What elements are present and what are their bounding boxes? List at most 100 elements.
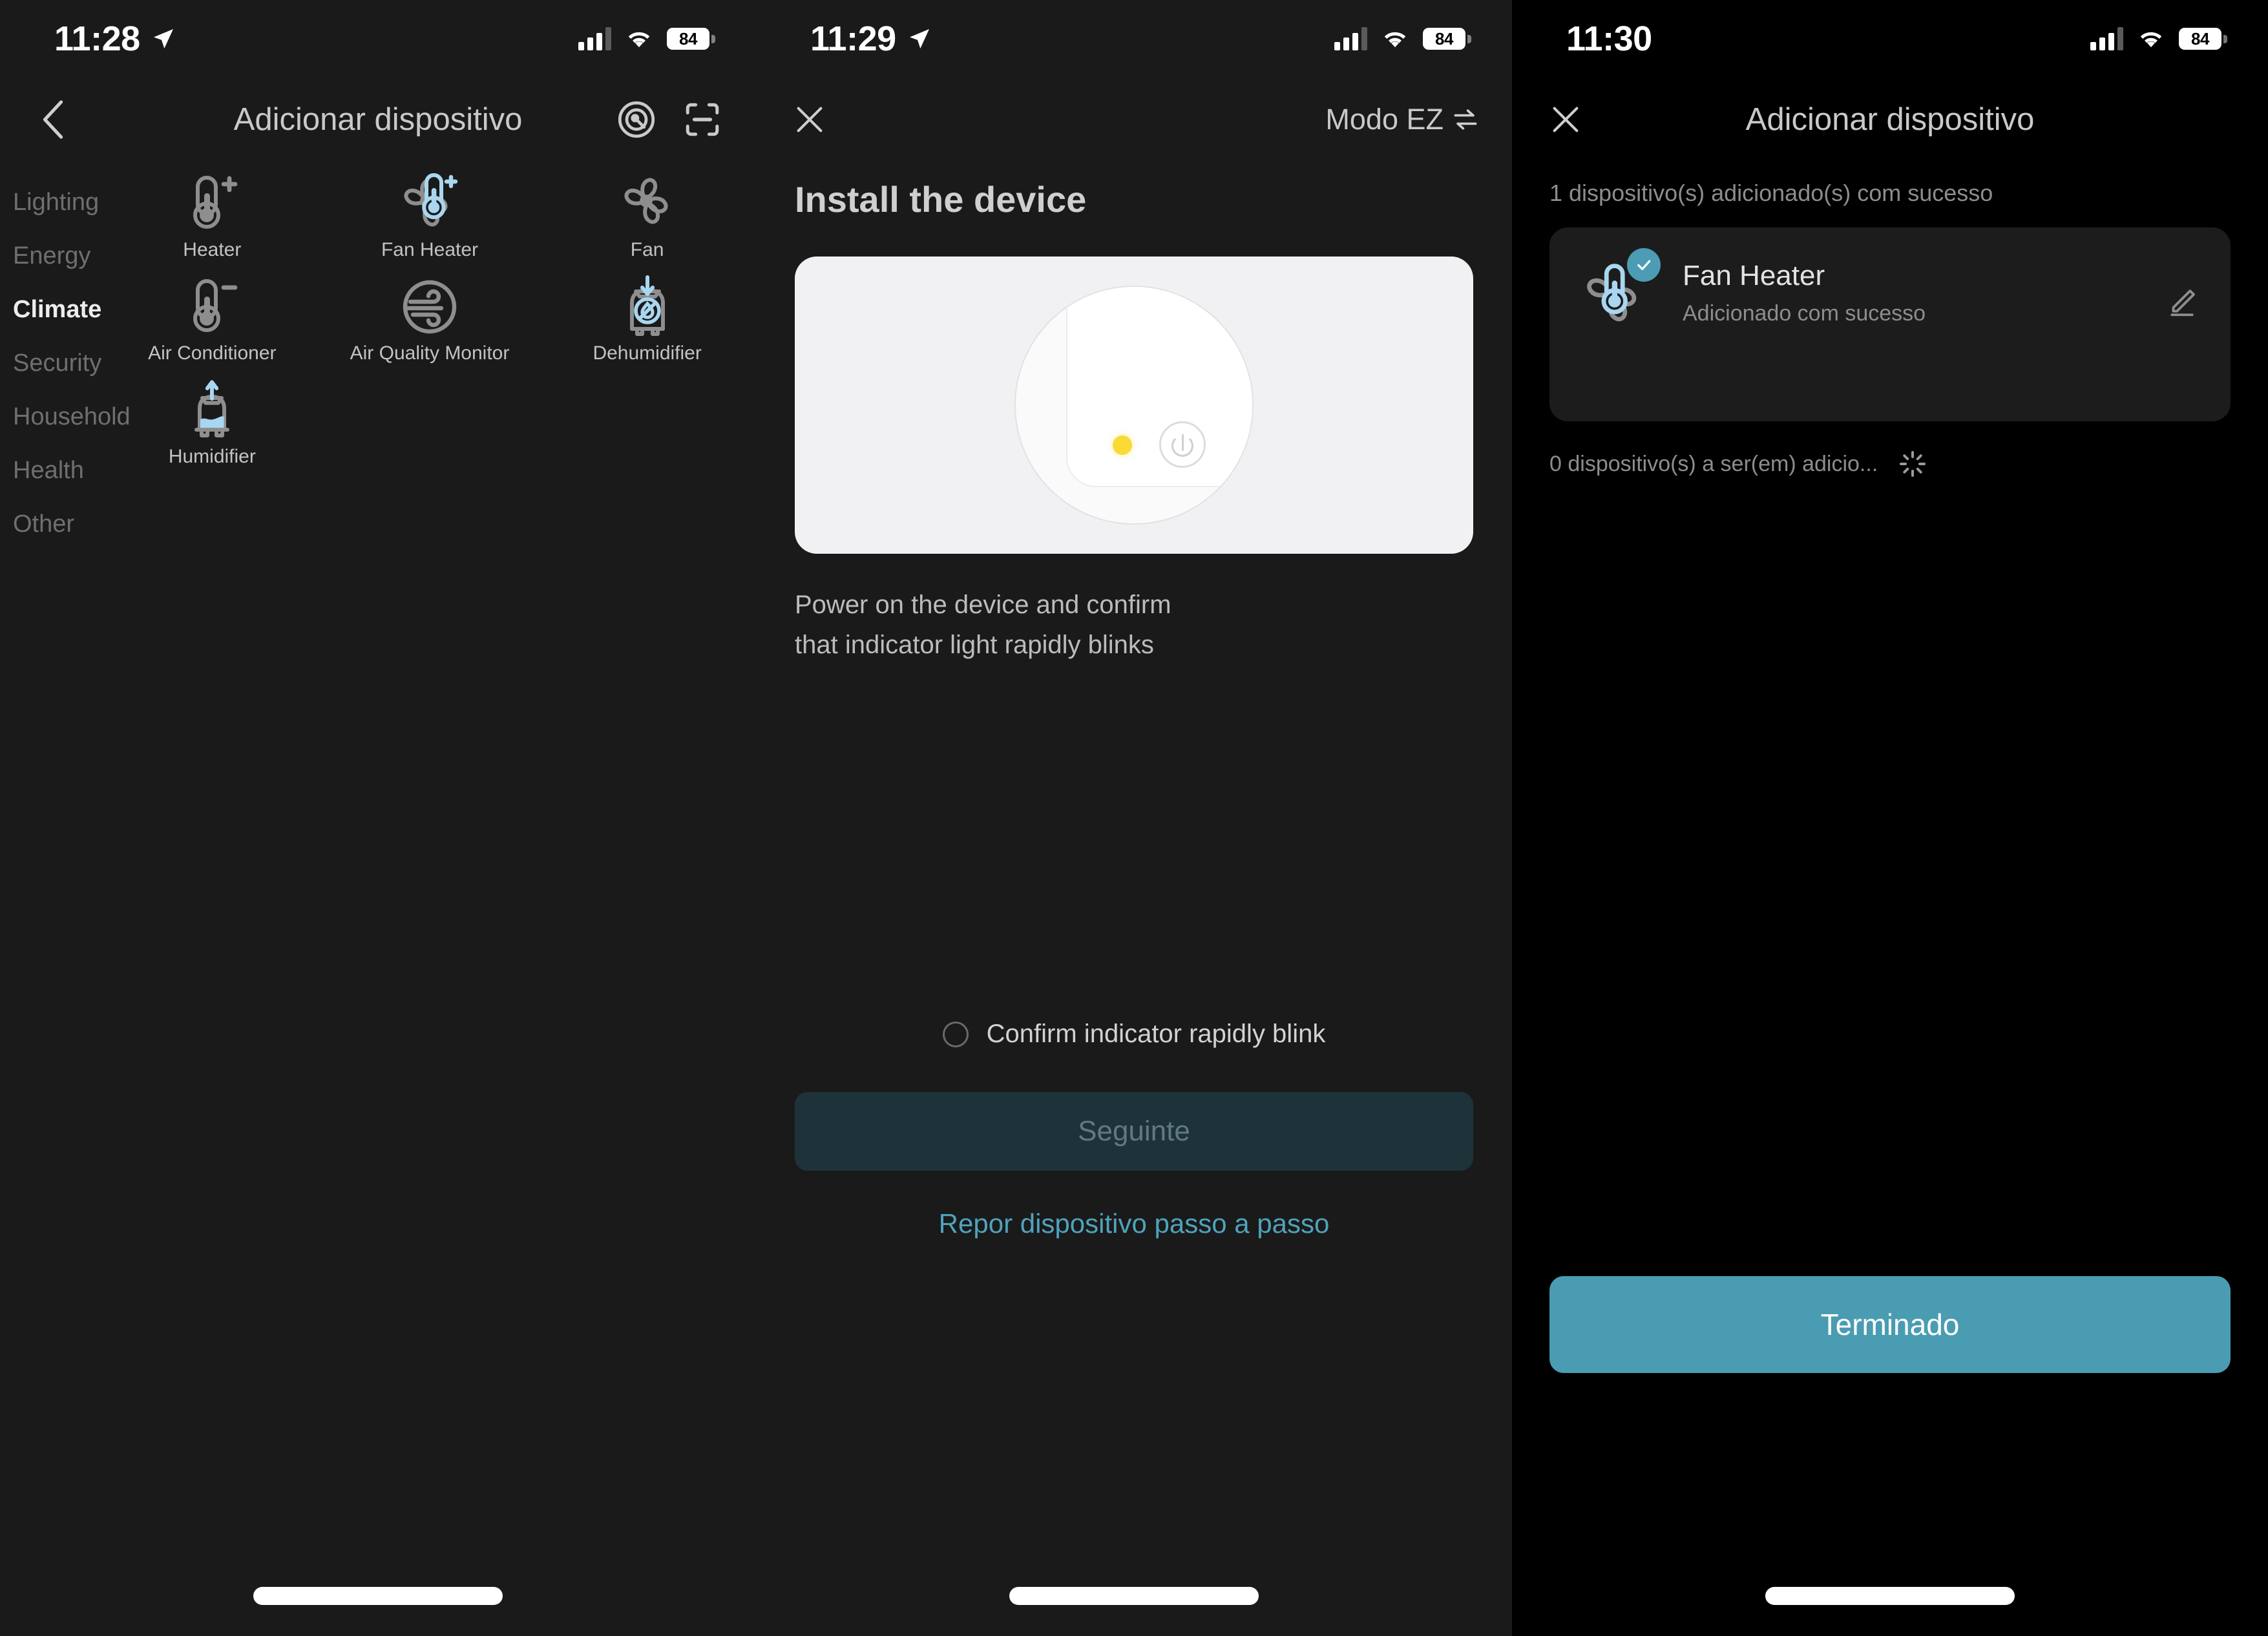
sidebar-item-label: Energy: [13, 242, 91, 269]
done-button[interactable]: Terminado: [1549, 1276, 2231, 1373]
cellular-signal-icon: [1334, 27, 1367, 50]
battery-level-label: 84: [2191, 28, 2209, 48]
device-option-air-conditioner[interactable]: Air Conditioner: [103, 271, 321, 375]
screen-install-the-device: 11:29 84 Modo EZ Install the device Powe…: [756, 0, 1512, 1636]
nav-actions-2: Modo EZ: [1325, 103, 1486, 136]
install-heading: Install the device: [795, 179, 1087, 220]
status-time-3: 11:30: [1566, 19, 1652, 59]
qr-scan-icon: [684, 101, 721, 138]
cellular-signal-icon: [578, 27, 611, 50]
nav-actions-1: [609, 92, 730, 147]
sidebar-item-label: Health: [13, 457, 84, 484]
battery-indicator: 84: [1423, 28, 1471, 50]
thermometer-minus-icon: [180, 275, 244, 339]
status-bar-2: 11:29 84: [756, 0, 1512, 78]
pencil-edit-icon[interactable]: [2165, 284, 2200, 319]
device-option-label: Dehumidifier: [593, 342, 702, 364]
mode-ez-toggle[interactable]: Modo EZ: [1325, 103, 1486, 136]
humidifier-icon: [180, 379, 244, 442]
air-quality-icon: [397, 275, 462, 339]
nav-bar-2: Modo EZ: [756, 78, 1512, 162]
close-button[interactable]: [1538, 92, 1593, 147]
device-option-dehumidifier[interactable]: Dehumidifier: [538, 271, 756, 375]
back-button[interactable]: [26, 92, 81, 147]
power-arc: [1171, 435, 1193, 457]
device-option-fan[interactable]: Fan: [538, 168, 756, 271]
thermometer-plus-icon: [180, 172, 244, 235]
device-body-shape: [1066, 287, 1252, 487]
loading-spinner-icon: [1898, 450, 1927, 478]
pending-devices-text: 0 dispositivo(s) a ser(em) adicio...: [1549, 451, 1878, 476]
home-indicator-2: [1009, 1587, 1259, 1605]
status-time-2: 11:29: [810, 19, 932, 59]
status-time-label: 11:28: [54, 19, 140, 58]
device-option-label: Air Quality Monitor: [350, 342, 510, 364]
dehumidifier-icon: [615, 275, 680, 339]
pending-devices-row: 0 dispositivo(s) a ser(em) adicio...: [1549, 450, 2231, 478]
sidebar-item-energy[interactable]: Energy: [0, 232, 103, 280]
device-option-heater[interactable]: Heater: [103, 168, 321, 271]
nav-bar-3: Adicionar dispositivo: [1512, 78, 2268, 162]
sidebar-item-lighting[interactable]: Lighting: [0, 178, 103, 227]
status-indicators-1: 84: [578, 27, 715, 50]
chevron-left-icon: [39, 100, 68, 140]
radar-scan-icon: [617, 100, 656, 139]
status-indicators-3: 84: [2090, 27, 2227, 50]
device-option-label: Air Conditioner: [148, 342, 277, 364]
sidebar-item-label: Climate: [13, 296, 102, 323]
status-bar-3: 11:30 84: [1512, 0, 2268, 78]
location-arrow-icon: [907, 26, 932, 52]
status-time-label: 11:29: [810, 19, 896, 58]
install-description: Power on the device and confirm that ind…: [795, 585, 1473, 665]
category-sidebar: Lighting Energy Climate Security Househo…: [0, 162, 131, 1636]
fan-thermometer-plus-icon: [396, 172, 463, 235]
device-option-label: Humidifier: [168, 446, 256, 467]
done-button-label: Terminado: [1820, 1308, 1960, 1341]
power-button-icon: [1159, 421, 1206, 468]
added-devices-content: 1 dispositivo(s) adicionado(s) com suces…: [1512, 162, 2268, 1636]
install-description-line2: that indicator light rapidly blinks: [795, 631, 1154, 659]
battery-indicator: 84: [667, 28, 715, 50]
status-time-1: 11:28: [54, 19, 176, 59]
sidebar-item-climate[interactable]: Climate: [0, 286, 103, 334]
reset-device-link[interactable]: Repor dispositivo passo a passo: [756, 1208, 1512, 1239]
sidebar-item-health[interactable]: Health: [0, 446, 103, 495]
next-button-label: Seguinte: [1078, 1115, 1190, 1147]
device-option-label: Fan: [630, 239, 664, 260]
check-badge-icon: [1627, 248, 1661, 282]
sidebar-item-label: Other: [13, 510, 75, 538]
added-device-status: Adicionado com sucesso: [1683, 301, 1926, 326]
added-device-text: Fan Heater Adicionado com sucesso: [1683, 257, 1926, 326]
sidebar-item-security[interactable]: Security: [0, 339, 103, 388]
status-time-label: 11:30: [1566, 19, 1652, 58]
confirm-radio-icon[interactable]: [942, 1021, 969, 1047]
screen-device-category-picker: 11:28 84 Adicionar dispositivo Lighting …: [0, 0, 756, 1636]
sidebar-item-household[interactable]: Household: [0, 393, 131, 441]
confirm-blink-checkbox-row[interactable]: Confirm indicator rapidly blink: [756, 1020, 1512, 1049]
qr-scan-button[interactable]: [675, 92, 730, 147]
device-option-label: Fan Heater: [381, 239, 479, 260]
device-option-fan-heater[interactable]: Fan Heater: [321, 168, 539, 271]
device-illustration: [1014, 286, 1254, 525]
status-indicators-2: 84: [1334, 27, 1471, 50]
fan-thermometer-icon: [1578, 248, 1661, 333]
cellular-signal-icon: [2090, 27, 2123, 50]
wifi-icon: [2137, 28, 2165, 49]
close-x-icon: [793, 103, 826, 136]
success-count-text: 1 dispositivo(s) adicionado(s) com suces…: [1549, 180, 1993, 206]
device-option-label: Heater: [183, 239, 242, 260]
swap-arrows-icon: [1451, 105, 1480, 134]
wifi-icon: [625, 28, 653, 49]
sidebar-item-other[interactable]: Other: [0, 500, 103, 549]
next-button[interactable]: Seguinte: [795, 1092, 1473, 1171]
device-option-air-quality-monitor[interactable]: Air Quality Monitor: [321, 271, 539, 375]
radar-scan-button[interactable]: [609, 92, 664, 147]
wifi-icon: [1381, 28, 1409, 49]
close-button[interactable]: [782, 92, 837, 147]
category-and-device-area: Lighting Energy Climate Security Househo…: [0, 162, 756, 1636]
device-option-humidifier[interactable]: Humidifier: [103, 375, 321, 478]
device-type-grid: Heater Fan Heater Fan Air Conditioner Ai…: [103, 162, 756, 1636]
battery-level-label: 84: [1435, 28, 1453, 48]
added-device-card[interactable]: Fan Heater Adicionado com sucesso: [1549, 227, 2231, 421]
battery-level-label: 84: [679, 28, 697, 48]
